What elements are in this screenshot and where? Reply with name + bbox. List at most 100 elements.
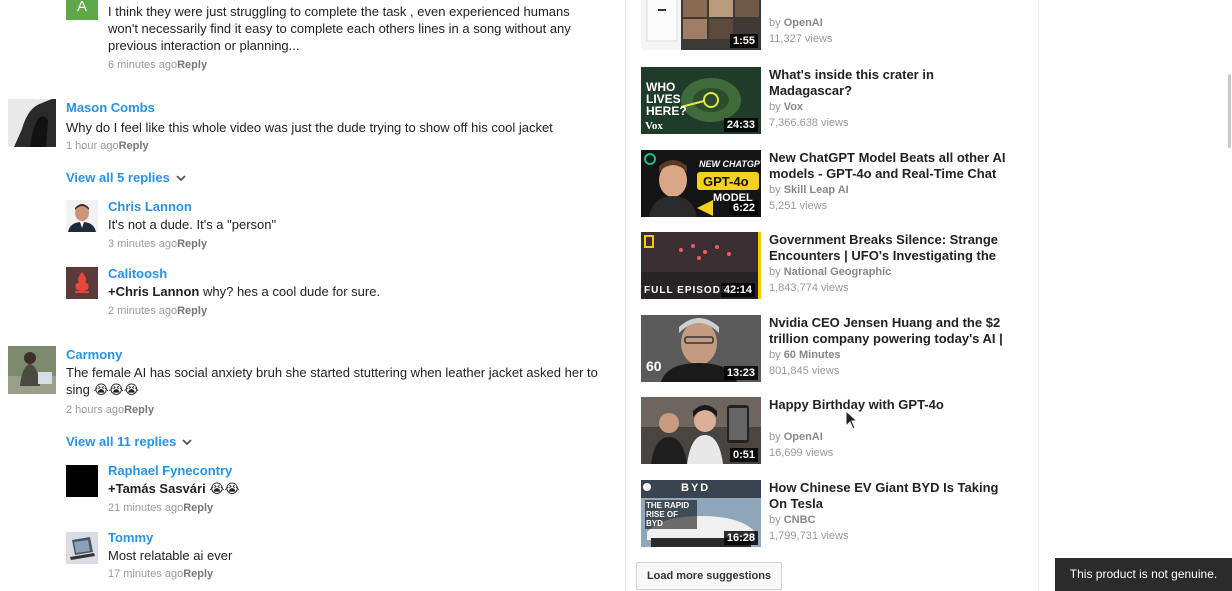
reply-time: 2 minutes ago (108, 305, 178, 317)
reply-text-body: 😭😭 (205, 481, 240, 496)
suggestion-item[interactable]: 60 13:23 Nvidia CEO Jensen Huang and the… (641, 315, 1031, 383)
video-thumbnail[interactable]: 60 13:23 (641, 315, 761, 382)
avatar[interactable] (66, 200, 98, 232)
channel-link[interactable]: National Geographic (784, 266, 892, 278)
comment-text: The female AI has social anxiety bruh sh… (66, 365, 598, 397)
reply-author[interactable]: Raphael Fynecontry (108, 463, 232, 478)
video-thumbnail[interactable]: NEW CHATGPT GPT-4o MODEL 6:22 (641, 150, 761, 217)
video-thumbnail[interactable]: BYD THE RAPID RISE OF BYD 16:28 (641, 480, 761, 547)
video-channel: by 60 Minutes (769, 349, 841, 361)
video-title[interactable]: What's inside this crater in Madagascar? (769, 67, 1019, 99)
video-title[interactable]: Government Breaks Silence: Strange Encou… (769, 232, 1019, 264)
video-title[interactable]: New ChatGPT Model Beats all other AI mod… (769, 150, 1019, 182)
thumbnail-brand: BYD (681, 482, 711, 494)
reply-meta: 3 minutes agoReply (108, 238, 207, 250)
reply-meta: 17 minutes agoReply (108, 568, 213, 580)
channel-link[interactable]: Vox (784, 101, 803, 113)
comment-time: 1 hour ago (66, 140, 119, 152)
video-channel: by Skill Leap AI (769, 184, 849, 196)
video-channel: by OpenAI (769, 431, 823, 443)
reply-text: It's not a dude. It's a "person" (108, 217, 277, 232)
video-channel: by National Geographic (769, 266, 891, 278)
mention-link[interactable]: +Chris Lannon (108, 284, 199, 299)
channel-link[interactable]: 60 Minutes (784, 349, 841, 361)
video-channel: by Vox (769, 101, 803, 113)
video-thumbnail[interactable]: 1:55 (641, 0, 761, 50)
reply-author[interactable]: Calitoosh (108, 266, 167, 281)
view-replies-label: View all 5 replies (66, 170, 170, 185)
view-replies-link[interactable]: View all 11 replies (66, 434, 192, 449)
video-title[interactable]: How Chinese EV Giant BYD Is Taking On Te… (769, 480, 1019, 512)
video-title[interactable]: Nvidia CEO Jensen Huang and the $2 trill… (769, 315, 1019, 347)
video-title[interactable]: Happy Birthday with GPT-4o (769, 397, 1019, 413)
video-channel: by CNBC (769, 514, 815, 526)
avatar[interactable] (66, 532, 98, 564)
video-views: 5,251 views (769, 200, 828, 212)
video-thumbnail[interactable]: FULL EPISODE 42:14 (641, 232, 761, 299)
avatar-letter: A (76, 0, 87, 15)
reply-author[interactable]: Chris Lannon (108, 199, 192, 214)
reply-time: 21 minutes ago (108, 502, 184, 514)
comment-item: Mason Combs Why do I feel like this whol… (0, 99, 625, 329)
video-duration: 0:51 (729, 448, 758, 462)
reply-button[interactable]: Reply (119, 140, 149, 152)
suggestion-item[interactable]: WHO LIVES HERE? Vox 24:33 What's inside … (641, 67, 1031, 135)
channel-link[interactable]: Skill Leap AI (784, 184, 849, 196)
reply-button[interactable]: Reply (124, 404, 154, 416)
comment-time: 2 hours ago (66, 404, 125, 416)
suggestion-item[interactable]: 0:51 Happy Birthday with GPT-4o by OpenA… (641, 397, 1031, 465)
video-thumbnail[interactable]: WHO LIVES HERE? Vox 24:33 (641, 67, 761, 134)
channel-link[interactable]: CNBC (784, 514, 816, 526)
avatar[interactable] (8, 99, 56, 147)
video-duration: 13:23 (723, 366, 758, 380)
video-thumbnail[interactable]: 0:51 (641, 397, 761, 464)
video-duration: 16:28 (723, 531, 758, 545)
video-views: 16,699 views (769, 447, 834, 459)
comment-meta: 1 hour agoReply (66, 140, 149, 152)
load-more-suggestions-button[interactable]: Load more suggestions (636, 562, 782, 590)
thumbnail-text: THE RAPID RISE OF BYD (645, 500, 697, 529)
by-label: by (769, 431, 781, 443)
by-label: by (769, 349, 781, 361)
avatar[interactable]: A (66, 0, 98, 20)
suggestion-item[interactable]: BYD THE RAPID RISE OF BYD 16:28 How Chin… (641, 480, 1031, 548)
suggestion-item[interactable]: FULL EPISODE 42:14 Government Breaks Sil… (641, 232, 1031, 300)
by-label: by (769, 101, 781, 113)
comment-author[interactable]: Carmony (66, 347, 122, 362)
video-views: 1,843,774 views (769, 282, 849, 294)
thumbnail-text: WHO LIVES HERE? (646, 80, 687, 118)
reply-author[interactable]: Tommy (108, 530, 153, 545)
suggestion-item[interactable]: 1:55 by OpenAI 11,327 views (641, 0, 1031, 51)
comment-item: Carmony The female AI has social anxiety… (0, 346, 625, 591)
video-duration: 42:14 (720, 283, 755, 297)
video-duration: 1:55 (729, 34, 758, 48)
reply-text: +Tamás Sasvári 😭😭 (108, 480, 588, 497)
avatar[interactable] (8, 346, 56, 394)
mention-link[interactable]: +Tamás Sasvári (108, 481, 206, 496)
view-replies-label: View all 11 replies (66, 434, 177, 449)
reply-button[interactable]: Reply (177, 59, 207, 71)
channel-link[interactable]: OpenAI (784, 431, 823, 443)
avatar[interactable] (66, 267, 98, 299)
not-genuine-notice: This product is not genuine. (1055, 558, 1232, 591)
suggestions-sidebar: 1:55 by OpenAI 11,327 views WHO LIVES HE… (627, 0, 1039, 591)
comment-meta: 2 hours agoReply (66, 404, 154, 416)
thumbnail-text: NEW CHATGPT (699, 159, 761, 169)
avatar[interactable] (66, 465, 98, 497)
reply-button[interactable]: Reply (183, 502, 213, 514)
reply-button[interactable]: Reply (177, 238, 207, 250)
comment-text: I think they were just struggling to com… (108, 4, 571, 53)
channel-link[interactable]: OpenAI (784, 17, 823, 29)
thumbnail-text: FULL EPISODE (644, 285, 729, 296)
reply-button[interactable]: Reply (177, 305, 207, 317)
suggestion-item[interactable]: NEW CHATGPT GPT-4o MODEL 6:22 New ChatGP… (641, 150, 1031, 218)
scrollbar-thumb[interactable] (1228, 74, 1231, 148)
thumbnail-text: 60 (646, 358, 662, 374)
video-duration: 24:33 (723, 118, 758, 132)
reply-text: Most relatable ai ever (108, 548, 233, 563)
reply-time: 17 minutes ago (108, 568, 184, 580)
comment-text: Why do I feel like this whole video was … (66, 120, 553, 135)
comment-author[interactable]: Mason Combs (66, 100, 155, 115)
reply-button[interactable]: Reply (183, 568, 213, 580)
view-replies-link[interactable]: View all 5 replies (66, 170, 186, 185)
